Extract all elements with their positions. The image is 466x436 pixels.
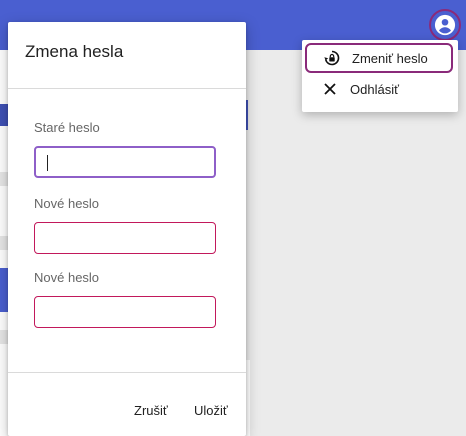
new-password-field[interactable] [34, 222, 216, 254]
menu-item-label: Zmeniť heslo [352, 50, 428, 66]
text-caret [47, 155, 48, 171]
confirm-password-field[interactable] [34, 296, 216, 328]
menu-item-logout[interactable]: Odhlásiť [302, 74, 458, 104]
confirm-password-label: Nové heslo [34, 270, 100, 285]
account-button[interactable] [429, 9, 461, 41]
change-password-dialog: Zmena hesla Staré heslo Nové heslo Nové … [8, 22, 246, 436]
menu-item-label: Odhlásiť [350, 81, 399, 97]
menu-item-change-password[interactable]: Zmeniť heslo [305, 43, 453, 73]
save-button[interactable]: Uložiť [188, 402, 234, 419]
divider [8, 88, 246, 89]
account-menu: Zmeniť heslo Odhlásiť [302, 40, 458, 112]
cancel-button[interactable]: Zrušiť [128, 402, 174, 419]
lock-reset-icon [324, 50, 340, 66]
account-circle-icon [434, 14, 456, 36]
close-icon [322, 81, 338, 97]
old-password-label: Staré heslo [34, 120, 100, 135]
dialog-title: Zmena hesla [25, 42, 124, 61]
old-password-field[interactable] [34, 146, 216, 178]
divider [8, 372, 246, 373]
new-password-label: Nové heslo [34, 196, 100, 211]
